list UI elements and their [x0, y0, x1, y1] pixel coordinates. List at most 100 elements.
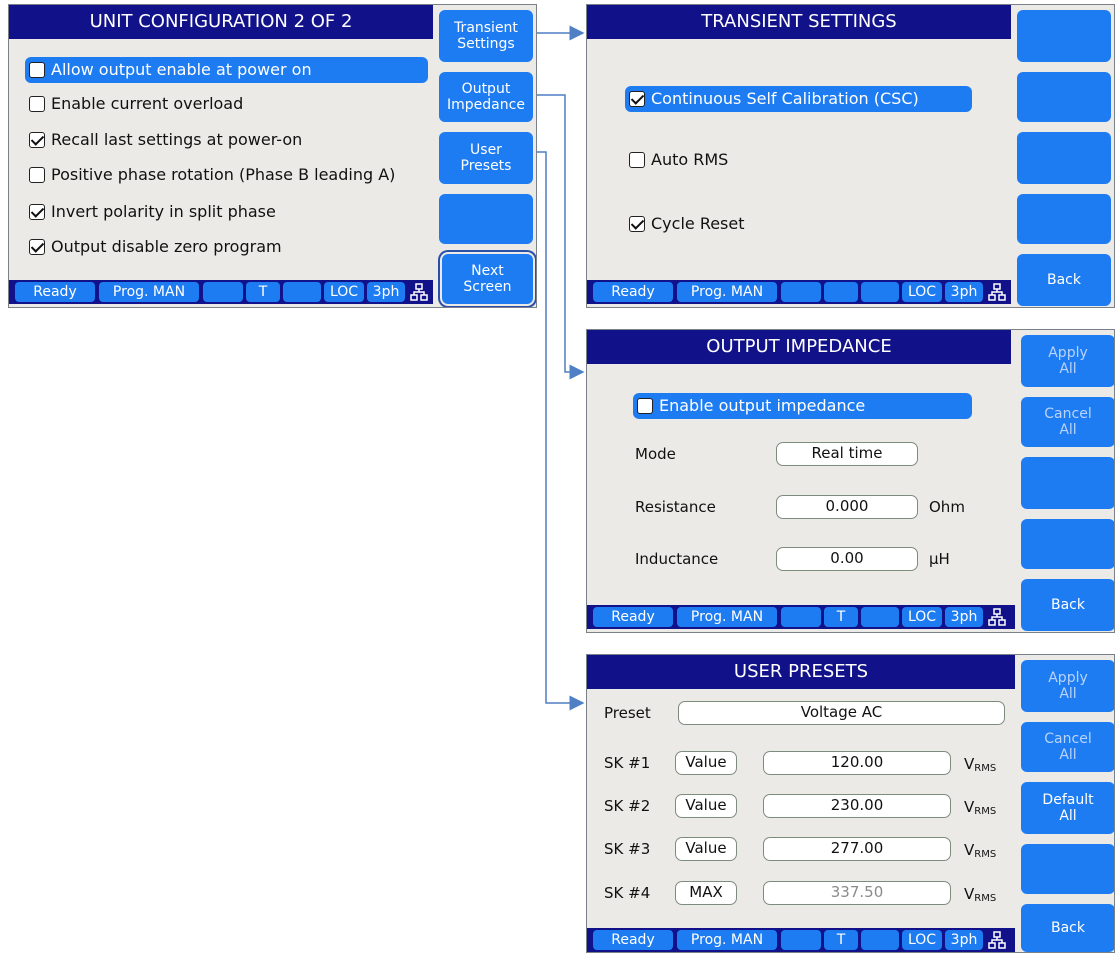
network-icon	[988, 931, 1006, 949]
apply-all-button[interactable]: Apply All	[1021, 660, 1114, 712]
user-presets-button[interactable]: User Presets	[439, 132, 533, 184]
checkbox-checked-icon[interactable]	[29, 132, 45, 148]
status-loc: LOC	[902, 607, 942, 627]
blank-softkey[interactable]	[1021, 457, 1114, 509]
sk4-mode-field[interactable]: MAX	[675, 881, 737, 905]
option-invert-polarity[interactable]: Invert polarity in split phase	[29, 199, 276, 225]
option-auto-rms[interactable]: Auto RMS	[629, 147, 728, 173]
status-t: T	[824, 607, 858, 627]
checkbox-checked-icon[interactable]	[629, 216, 645, 232]
back-button[interactable]: Back	[1021, 579, 1114, 631]
page-title: USER PRESETS	[587, 655, 1015, 689]
status-bar: Ready Prog. MAN LOC 3ph	[587, 280, 1011, 304]
sk2-value-field[interactable]: 230.00	[763, 794, 951, 818]
inductance-unit: µH	[929, 550, 950, 568]
sk4-unit: VRMS	[964, 885, 997, 904]
status-blank	[781, 930, 821, 950]
status-prog: Prog. MAN	[677, 282, 777, 302]
status-loc: LOC	[324, 282, 364, 302]
status-ready: Ready	[593, 282, 673, 302]
status-loc: LOC	[902, 282, 942, 302]
blank-softkey[interactable]	[1017, 194, 1111, 244]
status-3ph: 3ph	[945, 607, 983, 627]
checkbox-icon[interactable]	[29, 62, 45, 78]
blank-softkey[interactable]	[1021, 519, 1114, 569]
checkbox-checked-icon[interactable]	[29, 204, 45, 220]
arrow-to-output-impedance	[535, 94, 585, 380]
user-presets-screen: USER PRESETS Preset Voltage AC SK #1 Val…	[586, 654, 1115, 953]
status-prog: Prog. MAN	[677, 930, 777, 950]
status-blank	[824, 282, 858, 302]
status-3ph: 3ph	[367, 282, 405, 302]
checkbox-icon[interactable]	[29, 96, 45, 112]
blank-softkey[interactable]	[1017, 132, 1111, 184]
status-blank	[861, 282, 899, 302]
back-button[interactable]: Back	[1017, 254, 1111, 306]
mode-field[interactable]: Real time	[776, 442, 918, 466]
checkbox-icon[interactable]	[29, 167, 45, 183]
output-impedance-screen: OUTPUT IMPEDANCE Enable output impedance…	[586, 329, 1115, 633]
back-button[interactable]: Back	[1021, 904, 1114, 952]
sk2-unit: VRMS	[964, 798, 997, 817]
option-allow-output-enable[interactable]: Allow output enable at power on	[25, 57, 428, 83]
status-blank	[283, 282, 321, 302]
sk3-mode-field[interactable]: Value	[675, 837, 737, 861]
page-title: UNIT CONFIGURATION 2 OF 2	[9, 5, 433, 39]
option-enable-output-impedance[interactable]: Enable output impedance	[633, 393, 972, 419]
blank-softkey[interactable]	[1017, 72, 1111, 122]
preset-field[interactable]: Voltage AC	[678, 701, 1005, 725]
resistance-field[interactable]: 0.000	[776, 495, 918, 519]
option-continuous-self-calibration[interactable]: Continuous Self Calibration (CSC)	[625, 86, 972, 112]
status-loc: LOC	[902, 930, 942, 950]
default-all-button[interactable]: Default All	[1021, 782, 1114, 834]
sk1-label: SK #1	[604, 754, 651, 772]
checkbox-icon[interactable]	[629, 152, 645, 168]
output-impedance-button[interactable]: Output Impedance	[439, 72, 533, 122]
option-output-disable-zero[interactable]: Output disable zero program	[29, 234, 282, 260]
status-blank	[781, 282, 821, 302]
sk1-value-field[interactable]: 120.00	[763, 751, 951, 775]
cancel-all-button[interactable]: Cancel All	[1021, 397, 1114, 447]
status-bar: Ready Prog. MAN T LOC 3ph	[9, 280, 433, 304]
transient-settings-screen: TRANSIENT SETTINGS Continuous Self Calib…	[586, 4, 1115, 308]
network-icon	[988, 283, 1006, 301]
option-enable-current-overload[interactable]: Enable current overload	[29, 91, 243, 117]
inductance-field[interactable]: 0.00	[776, 547, 918, 571]
option-positive-phase-rotation[interactable]: Positive phase rotation (Phase B leading…	[29, 162, 395, 188]
sk3-value-field[interactable]: 277.00	[763, 837, 951, 861]
sk4-label: SK #4	[604, 884, 651, 902]
status-blank	[781, 607, 821, 627]
sk2-mode-field[interactable]: Value	[675, 794, 737, 818]
status-blank	[861, 930, 899, 950]
option-cycle-reset[interactable]: Cycle Reset	[629, 211, 745, 237]
network-icon	[988, 608, 1006, 626]
preset-label: Preset	[604, 704, 651, 722]
status-bar: Ready Prog. MAN T LOC 3ph	[587, 928, 1015, 952]
transient-settings-button[interactable]: Transient Settings	[439, 10, 533, 62]
status-ready: Ready	[15, 282, 95, 302]
arrow-to-user-presets	[535, 151, 585, 711]
blank-softkey[interactable]	[1021, 844, 1114, 894]
checkbox-checked-icon[interactable]	[29, 239, 45, 255]
status-3ph: 3ph	[945, 282, 983, 302]
status-prog: Prog. MAN	[99, 282, 199, 302]
checkbox-checked-icon[interactable]	[629, 91, 645, 107]
apply-all-button[interactable]: Apply All	[1021, 335, 1114, 387]
blank-softkey[interactable]	[439, 194, 533, 244]
sk1-mode-field[interactable]: Value	[675, 751, 737, 775]
status-t: T	[246, 282, 280, 302]
option-recall-last-settings[interactable]: Recall last settings at power-on	[29, 127, 302, 153]
checkbox-icon[interactable]	[637, 398, 653, 414]
unit-config-screen: UNIT CONFIGURATION 2 OF 2 Allow output e…	[8, 4, 537, 308]
next-screen-button[interactable]: Next Screen	[442, 254, 533, 304]
sk4-value-field[interactable]: 337.50	[763, 881, 951, 905]
status-bar: Ready Prog. MAN T LOC 3ph	[587, 605, 1015, 629]
resistance-unit: Ohm	[929, 498, 965, 516]
sk1-unit: VRMS	[964, 755, 997, 774]
status-prog: Prog. MAN	[677, 607, 777, 627]
mode-label: Mode	[635, 445, 676, 463]
blank-softkey[interactable]	[1017, 10, 1111, 62]
cancel-all-button[interactable]: Cancel All	[1021, 722, 1114, 772]
status-t: T	[824, 930, 858, 950]
page-title: TRANSIENT SETTINGS	[587, 5, 1011, 39]
